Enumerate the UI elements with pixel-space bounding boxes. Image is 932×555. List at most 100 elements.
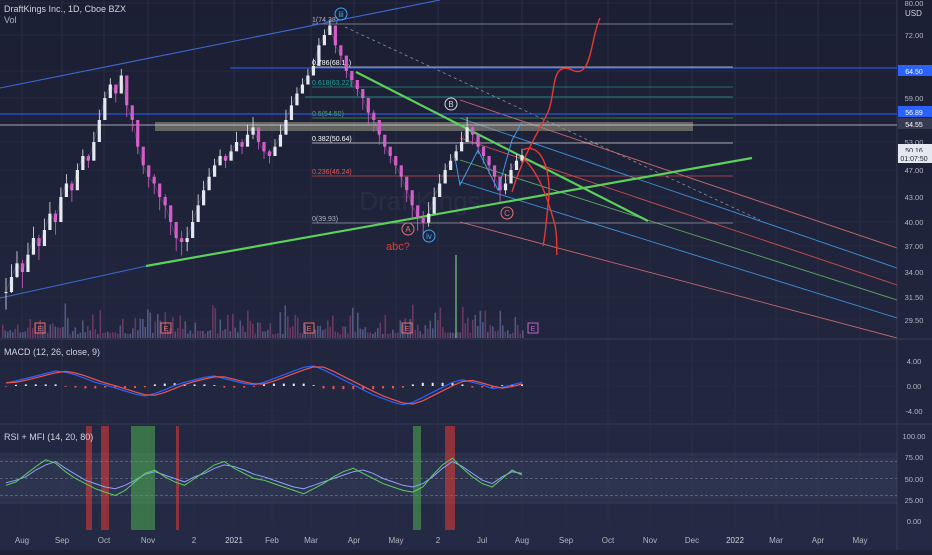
- volume-bar: [487, 331, 489, 338]
- volume-bar: [334, 331, 337, 338]
- macd-histogram-bar: [143, 386, 146, 388]
- volume-bar: [74, 327, 77, 338]
- volume-bar: [302, 333, 304, 338]
- rsi-zone: [445, 426, 455, 530]
- volume-bar: [502, 325, 504, 338]
- volume-bar: [444, 332, 447, 338]
- volume-bar: [232, 314, 234, 338]
- macd-histogram-bar: [223, 386, 226, 388]
- macd-histogram-bar: [312, 385, 315, 386]
- volume-bar: [307, 332, 309, 338]
- volume-bar: [49, 324, 52, 338]
- wave-label-a-text: A: [405, 225, 411, 234]
- macd-histogram-bar: [64, 386, 67, 387]
- x-tick-label: 2: [436, 536, 441, 545]
- candle-body: [278, 134, 283, 147]
- macd-histogram-bar: [342, 386, 345, 390]
- volume-bar: [337, 332, 339, 338]
- volume-bar: [174, 331, 177, 338]
- volume-bar: [267, 329, 269, 338]
- volume-bar: [32, 327, 34, 338]
- candle-body: [4, 292, 8, 293]
- volume-bar: [284, 305, 287, 338]
- y-tick-label: 34.00: [905, 268, 924, 277]
- macd-histogram-bar: [134, 386, 136, 388]
- macd-histogram-bar: [401, 386, 404, 388]
- volume-bar: [499, 310, 502, 338]
- chart-stage[interactable]: 1(74.38)0.786(68.11)0.618(63.22)0.5(54.5…: [0, 0, 932, 550]
- y-tick-label: 47.00: [905, 166, 924, 175]
- volume-bar: [89, 330, 92, 338]
- volume-bar-spike: [455, 255, 457, 338]
- fib-label: 0.618(63.22): [312, 80, 352, 87]
- price-label: 01:07:50: [900, 156, 927, 163]
- fib-label: 0.382(50.64): [312, 136, 352, 143]
- candle-body: [119, 75, 123, 94]
- volume-bar: [257, 322, 259, 338]
- volume-bar: [262, 331, 264, 338]
- volume-bar: [359, 328, 362, 338]
- volume-bar: [202, 330, 204, 338]
- macd-tick-label: 0.00: [907, 382, 922, 391]
- volume-bar: [504, 331, 507, 338]
- volume-bar: [107, 331, 109, 338]
- annotation-abc: abc?: [386, 241, 410, 253]
- volume-bar: [349, 315, 352, 338]
- volume-bar: [344, 326, 347, 338]
- x-tick-label: 2021: [225, 536, 243, 545]
- volume-bar: [459, 332, 462, 338]
- volume-bar: [142, 318, 144, 338]
- macd-histogram-bar: [84, 386, 87, 389]
- rsi-tick-label: 100.00: [903, 432, 926, 441]
- wave-label-iv-text: iv: [426, 232, 432, 241]
- volume-label: Vol: [4, 15, 17, 25]
- volume-bar: [164, 311, 167, 338]
- volume-bar: [154, 321, 157, 338]
- volume-bar: [47, 332, 49, 338]
- volume-bar: [247, 310, 249, 338]
- volume-bar: [64, 303, 67, 338]
- price-label: 64.50: [905, 69, 923, 76]
- volume-bar: [277, 333, 279, 338]
- volume-bar: [222, 330, 224, 338]
- volume-bar: [237, 332, 239, 338]
- macd-histogram-bar: [24, 384, 27, 386]
- volume-bar: [62, 326, 64, 338]
- y-tick-label: 72.00: [905, 31, 924, 40]
- volume-bar: [489, 325, 492, 338]
- x-tick-label: Feb: [265, 536, 279, 545]
- macd-tick-label: -4.00: [905, 407, 922, 416]
- volume-bar: [447, 332, 449, 338]
- volume-bar: [347, 333, 349, 338]
- x-tick-label: Apr: [812, 536, 825, 545]
- volume-bar: [254, 333, 257, 338]
- chart-svg[interactable]: 1(74.38)0.786(68.11)0.618(63.22)0.5(54.5…: [0, 0, 932, 550]
- volume-bar: [117, 333, 119, 338]
- volume-bar: [124, 333, 127, 338]
- macd-histogram-bar: [272, 383, 275, 386]
- volume-bar: [97, 333, 99, 338]
- x-tick-label: 2022: [726, 536, 744, 545]
- macd-histogram-bar: [5, 386, 7, 387]
- macd-histogram-bar: [431, 382, 434, 386]
- volume-bar: [82, 320, 84, 338]
- volume-bar: [372, 333, 374, 338]
- resistance-band: [155, 122, 693, 131]
- volume-bar: [314, 329, 317, 338]
- macd-histogram-bar: [193, 384, 196, 386]
- macd-histogram-bar: [322, 386, 325, 389]
- candle-body: [26, 254, 30, 272]
- macd-histogram-bar: [124, 386, 127, 388]
- volume-bar: [414, 329, 417, 338]
- volume-bar: [427, 328, 429, 338]
- volume-bar: [102, 333, 104, 338]
- volume-bar: [472, 319, 474, 338]
- volume-bar: [417, 324, 419, 338]
- candle-body: [333, 25, 337, 46]
- volume-bar: [377, 328, 379, 338]
- volume-bar: [24, 331, 27, 338]
- rsi-zone: [131, 426, 155, 530]
- volume-bar: [162, 333, 164, 338]
- volume-bar: [224, 329, 227, 338]
- volume-bar: [139, 318, 142, 338]
